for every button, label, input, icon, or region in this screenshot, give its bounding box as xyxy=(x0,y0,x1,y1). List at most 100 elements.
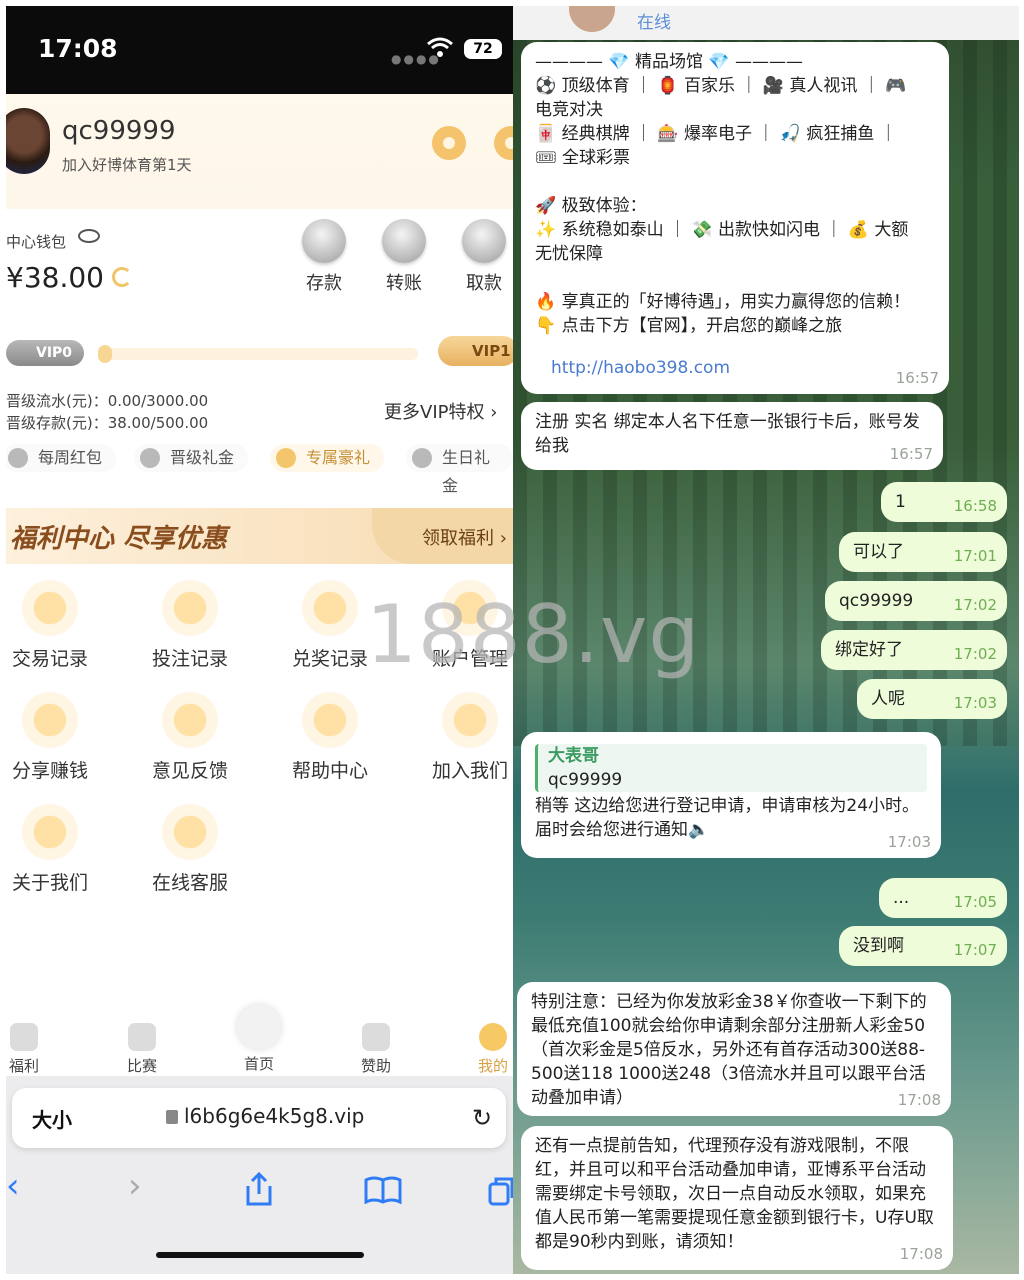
grid-bets[interactable]: 投注记录 xyxy=(135,580,245,671)
tab-sponsor[interactable]: 赞助 xyxy=(346,1023,406,1076)
avatar[interactable] xyxy=(6,108,50,174)
deposit-button[interactable]: 存款 xyxy=(294,219,354,295)
outgoing-message: 绑定好了 17:02 xyxy=(821,630,1007,670)
outgoing-message: 人呢 17:03 xyxy=(857,679,1007,719)
home-icon xyxy=(237,1005,281,1049)
promo-line: ———— 💎 精品场馆 💎 ———— xyxy=(535,52,803,72)
watermark: 1888.vg xyxy=(366,588,701,681)
tab-bar: 福利 比赛 首页 赞助 我的 xyxy=(6,1005,513,1076)
tab-mine[interactable]: 我的 xyxy=(463,1023,513,1076)
outgoing-message: qc99999 17:02 xyxy=(825,581,1007,621)
about-icon xyxy=(22,804,78,860)
tab-matches[interactable]: 比赛 xyxy=(112,1023,172,1076)
bookmarks-icon[interactable] xyxy=(364,1176,402,1204)
wallet-balance: ¥38.00 xyxy=(6,261,104,294)
outgoing-message: 1 16:58 xyxy=(881,482,1007,522)
vip-next-badge: VIP1 xyxy=(438,336,513,366)
text-size-button[interactable]: 大小 xyxy=(32,1104,72,1133)
calendar-icon xyxy=(128,1023,156,1051)
gift-exclusive[interactable]: 专属豪礼 xyxy=(270,444,385,472)
wifi-icon xyxy=(427,37,453,57)
outgoing-message: 可以了 17:01 xyxy=(839,532,1007,572)
grid-feedback[interactable]: 意见反馈 xyxy=(135,692,245,783)
promo-line: 🀄 经典棋牌 ｜ 🎰 爆率电子 ｜ 🎣 疯狂捕鱼 ｜ xyxy=(535,124,897,144)
promo-line: 🚀 极致体验： xyxy=(535,196,647,216)
grid-help[interactable]: 帮助中心 xyxy=(275,692,385,783)
gift-birthday[interactable]: 生日礼金 xyxy=(406,444,513,495)
settings-icon[interactable] xyxy=(432,126,466,160)
app-content: qc99999 加入好博体育第1天 中心钱包 ¥38.00 存款 转账 取款 V… xyxy=(6,94,513,1076)
vip-card: VIP0 VIP1 晋级流水(元)：0.00/3000.00 晋级存款(元)：3… xyxy=(6,326,513,495)
message-time: 17:08 xyxy=(899,1245,943,1263)
clock: 17:08 xyxy=(38,34,118,63)
share-icon[interactable] xyxy=(244,1172,274,1206)
home-indicator xyxy=(156,1252,364,1258)
welfare-icon xyxy=(10,1023,38,1051)
profile-icon xyxy=(479,1023,507,1051)
address-bar[interactable]: 大小 l6b6g6e4k5g8.vip ↻ xyxy=(12,1088,506,1148)
gift-weekly[interactable]: 每周红包 xyxy=(6,444,117,472)
message-time: 17:03 xyxy=(953,694,997,712)
promo-line: ✨ 系统稳如泰山 ｜ 💸 出款快如闪电 ｜ 💰 大额 xyxy=(535,220,909,240)
help-icon xyxy=(302,692,358,748)
grid-join[interactable]: 加入我们 xyxy=(415,692,513,783)
refresh-icon[interactable] xyxy=(112,267,132,287)
chat-header: 在线 xyxy=(513,6,1019,40)
promo-line: 👇 点击下方【官网】，开启您的巅峰之旅 xyxy=(535,316,843,336)
battery-icon: 72 xyxy=(464,39,502,59)
quoted-author: 大表哥 xyxy=(548,746,599,766)
message-text: 人呢 xyxy=(871,689,905,709)
vip-more-link[interactable]: 更多VIP特权 › xyxy=(384,398,497,424)
message-text: 没到啊 xyxy=(853,936,904,956)
contact-avatar[interactable] xyxy=(569,6,615,32)
message-time: 16:57 xyxy=(889,445,933,463)
redeem-icon xyxy=(302,580,358,636)
message-time: 17:07 xyxy=(953,941,997,959)
forward-icon[interactable]: › xyxy=(128,1166,142,1206)
transfer-button[interactable]: 转账 xyxy=(374,219,434,295)
vip-progress-dot xyxy=(98,345,112,363)
promo-line: 无忧保障 xyxy=(535,244,603,264)
promo-spacer xyxy=(535,266,935,290)
vip-progress-bar xyxy=(98,348,418,360)
message-time: 17:08 xyxy=(897,1091,941,1109)
username: qc99999 xyxy=(62,116,176,146)
tab-welfare[interactable]: 福利 xyxy=(6,1023,54,1076)
quoted-message[interactable]: 大表哥 qc99999 xyxy=(535,744,927,792)
wallet-card: 中心钱包 ¥38.00 存款 转账 取款 xyxy=(6,209,513,319)
tab-home[interactable]: 首页 xyxy=(229,1005,289,1074)
message-time: 16:58 xyxy=(953,497,997,515)
message-text: 注册 实名 绑定本人名下任意一张银行卡后，账号发给我 xyxy=(535,412,920,456)
vip-current-badge: VIP0 xyxy=(6,340,84,366)
message-text: 绑定好了 xyxy=(835,640,903,660)
share-icon xyxy=(22,692,78,748)
register-message: 注册 实名 绑定本人名下任意一张银行卡后，账号发给我 16:57 xyxy=(521,402,943,470)
grid-transactions[interactable]: 交易记录 xyxy=(6,580,105,671)
vip-turnover: 晋级流水(元)：0.00/3000.00 xyxy=(6,392,209,410)
back-icon[interactable]: ‹ xyxy=(6,1166,20,1206)
promo-line: 电竞对决 xyxy=(535,100,603,120)
transfer-icon xyxy=(382,219,426,263)
outgoing-message: 没到啊 17:07 xyxy=(839,926,1007,966)
grid-about[interactable]: 关于我们 xyxy=(6,804,105,895)
promo-link[interactable]: http://haobo398.com xyxy=(535,356,935,380)
eye-icon[interactable] xyxy=(78,229,100,243)
feedback-icon xyxy=(162,692,218,748)
gift-promotion[interactable]: 晋级礼金 xyxy=(134,444,249,472)
grid-support[interactable]: 在线客服 xyxy=(135,804,245,895)
reload-icon[interactable]: ↻ xyxy=(472,1104,492,1132)
support-icon xyxy=(162,804,218,860)
message-icon[interactable] xyxy=(494,126,513,160)
grid-share[interactable]: 分享赚钱 xyxy=(6,692,105,783)
reply-message: 大表哥 qc99999 稍等 这边给您进行登记申请，申请审核为24小时。届时会给… xyxy=(521,732,941,858)
url-text[interactable]: l6b6g6e4k5g8.vip xyxy=(184,1104,364,1128)
message-text: 稍等 这边给您进行登记申请，申请审核为24小时。届时会给您进行通知🔈 xyxy=(535,796,920,840)
withdraw-button[interactable]: 取款 xyxy=(454,219,513,295)
vip-deposit: 晋级存款(元)：38.00/500.00 xyxy=(6,414,209,432)
notice-message: 还有一点提前告知，代理预存没有游戏限制，不限红，并且可以和平台活动叠加申请，亚博… xyxy=(521,1126,953,1270)
promo-line: 🔥 享真正的「好博待遇」，用实力赢得您的信赖！ xyxy=(535,292,911,312)
tabs-icon[interactable] xyxy=(488,1176,513,1206)
claim-welfare-button[interactable]: 领取福利 › xyxy=(422,524,507,550)
lock-icon xyxy=(166,1110,178,1124)
message-text: ... xyxy=(893,888,910,908)
